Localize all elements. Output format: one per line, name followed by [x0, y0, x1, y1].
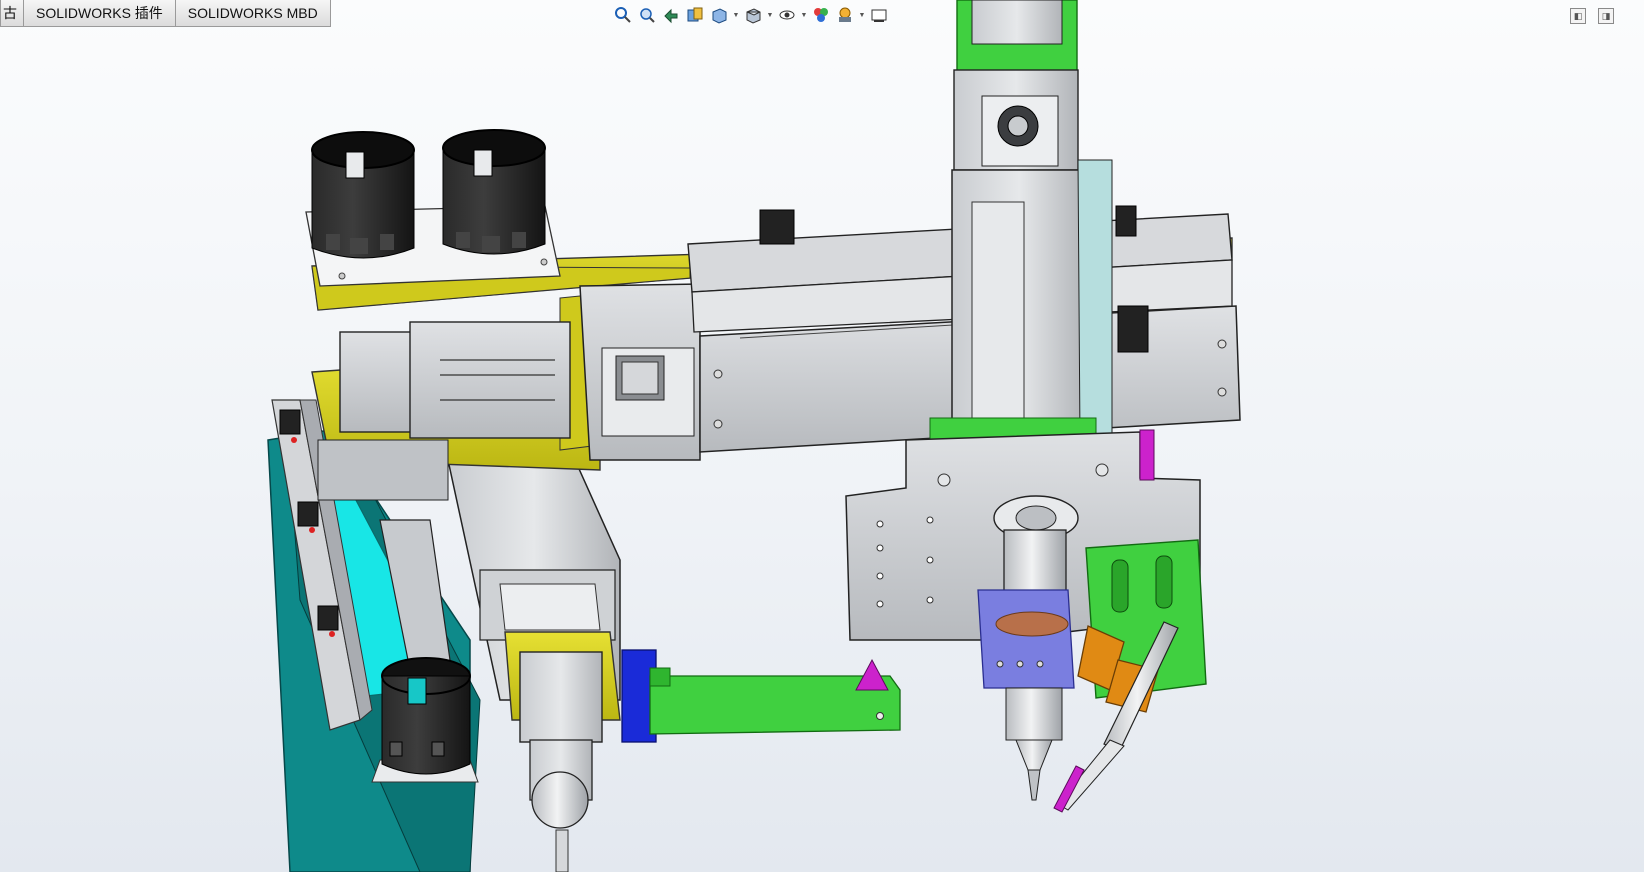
black-cup-right [442, 129, 546, 255]
coupling-housing [579, 283, 701, 461]
previous-view-icon[interactable] [660, 4, 682, 26]
model-viewport[interactable] [0, 0, 1644, 872]
section-view-icon[interactable] [684, 4, 706, 26]
heads-up-view-toolbar: ▼ ▼ ▼ ▼ [612, 2, 890, 28]
vertical-z-column [929, 0, 1113, 441]
tab-solidworks-addins[interactable]: SOLIDWORKS 插件 [23, 0, 176, 27]
black-cup-bottom [371, 657, 479, 783]
window-controls: ◧ ◨ [1570, 8, 1614, 24]
green-arm [621, 649, 901, 743]
tab-evaluate[interactable]: 古 [0, 0, 24, 27]
zoom-to-fit-icon[interactable] [612, 4, 634, 26]
hide-show-dropdown-icon[interactable]: ▼ [800, 4, 808, 26]
view-settings-icon[interactable] [868, 4, 890, 26]
command-manager-tabs: 古 SOLIDWORKS 插件 SOLIDWORKS MBD [0, 0, 331, 28]
tile-left-icon[interactable]: ◧ [1570, 8, 1586, 24]
orange-nozzle-bracket [1053, 621, 1179, 813]
lower-motor-assembly [504, 631, 621, 872]
zoom-to-area-icon[interactable] [636, 4, 658, 26]
view-orientation-dropdown-icon[interactable]: ▼ [732, 4, 740, 26]
tab-solidworks-mbd[interactable]: SOLIDWORKS MBD [174, 0, 331, 27]
apply-scene-icon[interactable] [834, 4, 856, 26]
display-style-icon[interactable] [742, 4, 764, 26]
view-orientation-icon[interactable] [708, 4, 730, 26]
hide-show-items-icon[interactable] [776, 4, 798, 26]
edit-appearance-icon[interactable] [810, 4, 832, 26]
tile-right-icon[interactable]: ◨ [1598, 8, 1614, 24]
display-style-dropdown-icon[interactable]: ▼ [766, 4, 774, 26]
black-cup-left [311, 131, 415, 259]
scene-dropdown-icon[interactable]: ▼ [858, 4, 866, 26]
